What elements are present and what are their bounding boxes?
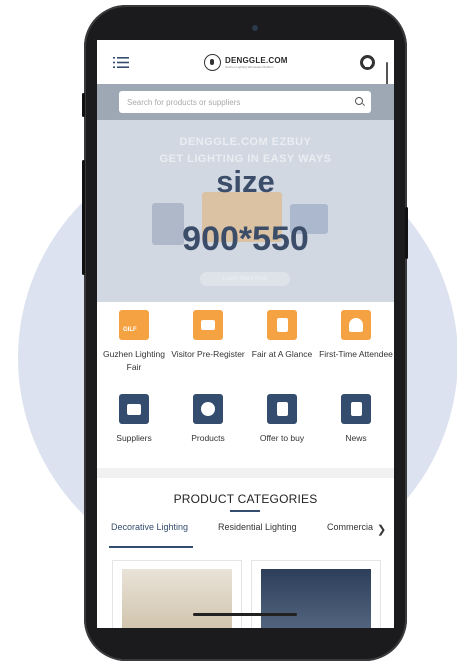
document-icon	[267, 310, 297, 340]
grid-flower-icon	[193, 394, 223, 424]
app-screen: DENGGLE.COM Guzhen Lighting Wholesale Pl…	[97, 40, 394, 628]
hero-banner[interactable]: DENGGLE.COM EZBUY GET LIGHTING IN EASY W…	[97, 120, 394, 302]
id-card-icon	[193, 310, 223, 340]
quick-link-fair-at-a-glance[interactable]: Fair at A Glance	[245, 310, 319, 361]
quick-link-label: Guzhen Lighting Fair	[103, 349, 165, 372]
title-underline	[230, 510, 260, 512]
tab-residential-lighting[interactable]: Residential Lighting	[218, 522, 297, 532]
category-tabs: Decorative Lighting Residential Lighting…	[97, 522, 394, 548]
product-image	[261, 569, 371, 628]
tab-decorative-lighting[interactable]: Decorative Lighting	[111, 522, 188, 532]
gilf-fair-icon: GILF	[119, 310, 149, 340]
news-icon	[341, 394, 371, 424]
logo-subtitle: Guzhen Lighting Wholesale Platform	[225, 65, 274, 69]
banner-headline: DENGGLE.COM EZBUY	[179, 136, 312, 148]
search-icon[interactable]	[355, 97, 363, 105]
search-input[interactable]: Search for products or suppliers	[119, 91, 371, 113]
section-divider	[97, 468, 394, 478]
quick-link-suppliers[interactable]: Suppliers	[97, 394, 171, 445]
phone-side-button	[82, 160, 85, 275]
storefront-icon	[119, 394, 149, 424]
quick-link-offer-to-buy[interactable]: Offer to buy	[245, 394, 319, 445]
quick-link-products[interactable]: Products	[171, 394, 245, 445]
front-camera	[252, 25, 258, 31]
quick-link-label: Offer to buy	[259, 433, 305, 443]
quick-link-label: First-Time Attendee	[319, 349, 393, 359]
quick-link-guzhen-lighting-fair[interactable]: GILF Guzhen Lighting Fair	[97, 310, 171, 374]
product-card[interactable]	[112, 560, 242, 628]
site-logo[interactable]: DENGGLE.COM Guzhen Lighting Wholesale Pl…	[204, 54, 288, 71]
section-title: PRODUCT CATEGORIES	[173, 492, 318, 506]
quick-link-label: News	[345, 433, 367, 443]
active-tab-underline	[109, 546, 193, 548]
person-icon	[341, 310, 371, 340]
logo-text: DENGGLE.COM	[225, 56, 288, 65]
product-image	[122, 569, 232, 628]
quick-link-label: Fair at A Glance	[251, 349, 313, 359]
scroll-indicator	[386, 62, 388, 86]
quick-link-label: Products	[191, 433, 225, 443]
home-indicator[interactable]	[193, 613, 297, 616]
edit-document-icon	[267, 394, 297, 424]
phone-power-button	[405, 207, 408, 259]
menu-icon[interactable]	[113, 56, 129, 69]
search-placeholder: Search for products or suppliers	[127, 97, 241, 107]
user-account-icon[interactable]	[360, 55, 375, 70]
banner-cta-button[interactable]: Learn More Now	[200, 272, 290, 286]
bulb-logo-icon	[204, 54, 221, 71]
placeholder-dimensions: 900*550	[182, 220, 309, 258]
quick-link-news[interactable]: News	[319, 394, 393, 445]
product-card[interactable]	[251, 560, 381, 628]
top-bar: DENGGLE.COM Guzhen Lighting Wholesale Pl…	[97, 40, 394, 86]
quick-link-label: Visitor Pre-Register	[171, 349, 245, 359]
quick-link-first-time-attendee[interactable]: First-Time Attendee	[319, 310, 393, 361]
placeholder-size-label: size	[216, 164, 275, 199]
chevron-right-icon[interactable]: ❯	[377, 523, 386, 536]
phone-volume-button	[82, 93, 85, 117]
quick-link-label: Suppliers	[116, 433, 152, 443]
tab-commercial[interactable]: Commercia	[327, 522, 373, 532]
quick-link-visitor-pre-register[interactable]: Visitor Pre-Register	[171, 310, 245, 361]
search-bar: Search for products or suppliers	[97, 84, 394, 120]
